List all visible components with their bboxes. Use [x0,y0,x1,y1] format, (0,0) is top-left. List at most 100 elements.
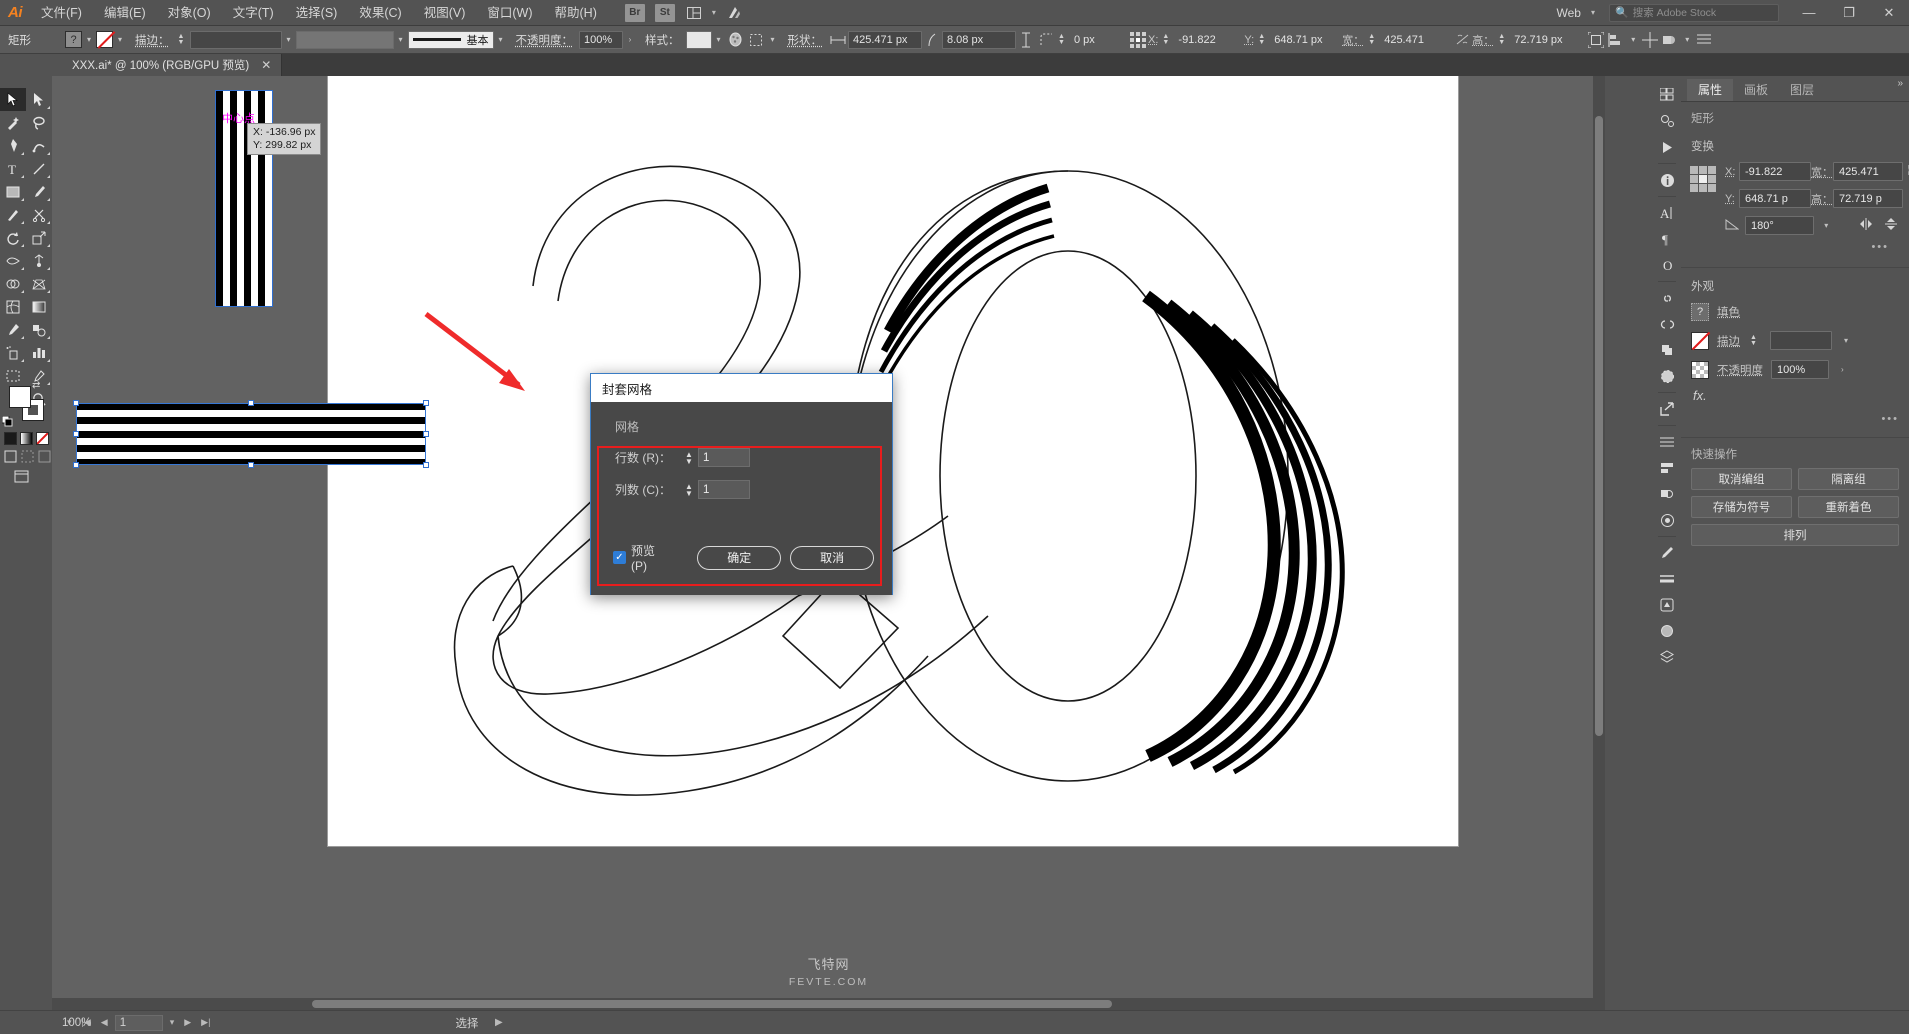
prop-height-field[interactable]: 72.719 p [1833,189,1903,208]
appearance-fill-swatch[interactable]: ? [1691,303,1709,321]
perspective-grid-tool[interactable] [26,272,52,295]
width-tool[interactable] [0,249,26,272]
shape-width-field[interactable]: 425.471 px [848,30,922,49]
appearance-stroke-chevron-down-icon[interactable]: ▾ [1840,336,1852,345]
blend-tool[interactable] [26,318,52,341]
scrollbar-thumb-vertical[interactable] [1595,116,1603,736]
default-fill-stroke-icon[interactable] [1,414,13,427]
next-artboard-icon[interactable]: ▶ [179,1017,196,1028]
shape-builder-tool[interactable] [0,272,26,295]
libraries-icon[interactable] [723,3,745,23]
stroke-weight-field[interactable] [189,30,282,49]
menu-help[interactable]: 帮助(H) [544,0,608,26]
paragraph-panel-icon[interactable]: ¶ [1653,226,1681,252]
line-segment-tool[interactable] [26,157,52,180]
fill-chevron-down-icon[interactable]: ▾ [82,35,96,44]
control-height-field[interactable]: 72.719 px [1510,31,1586,49]
pen-tool[interactable] [0,134,26,157]
control-x-field[interactable]: -91.822 [1174,31,1244,49]
curvature-tool[interactable] [26,134,52,157]
dialog-rows-input[interactable]: 1 [698,448,750,467]
document-tab-close-icon[interactable]: ✕ [261,58,271,72]
corner-type-icon[interactable] [1036,30,1056,50]
fill-swatch[interactable]: ? [65,31,82,48]
control-width-stepper[interactable]: ▲ ▼ [1368,33,1378,46]
prop-width-field[interactable]: 425.471 [1833,162,1903,181]
gradient-swatch-button[interactable] [20,432,33,445]
stock-button[interactable]: St [654,3,675,22]
swap-fill-stroke-icon[interactable]: ⇄ [32,380,40,391]
scissors-tool[interactable] [26,203,52,226]
layers-panel-icon[interactable] [1653,644,1681,670]
prop-x-field[interactable]: -91.822 [1739,162,1811,181]
flip-horizontal-icon[interactable] [1859,217,1877,234]
scrollbar-thumb-horizontal[interactable] [312,1000,1112,1008]
magic-wand-tool[interactable] [0,111,26,134]
pathfinder-chevron-down-icon[interactable]: ▾ [1680,35,1694,44]
canvas-scrollbar-vertical[interactable] [1593,76,1605,1010]
free-transform-tool[interactable] [26,249,52,272]
menu-file[interactable]: 文件(F) [30,0,93,26]
minimize-button[interactable]: — [1789,0,1829,26]
none-swatch-button[interactable] [36,432,49,445]
last-artboard-icon[interactable]: ▶| [196,1017,215,1028]
tab-layers[interactable]: 图层 [1779,79,1825,101]
artboard[interactable] [328,76,1458,846]
type-tool[interactable]: T [0,157,26,180]
bridge-button[interactable]: Br [624,3,645,22]
reference-point-icon[interactable] [1128,30,1148,50]
ungroup-button[interactable]: 取消编组 [1691,468,1792,490]
menu-effect[interactable]: 效果(C) [348,0,412,26]
gradient-tool[interactable] [26,295,52,318]
shaper-tool[interactable] [0,203,26,226]
stock-search-box[interactable]: 🔍 搜索 Adobe Stock [1609,3,1779,22]
zoom-level[interactable]: 100% [0,1017,91,1029]
control-width-field[interactable]: 425.471 [1380,31,1452,49]
artboards-panel-icon[interactable] [1653,82,1681,108]
prev-artboard-icon[interactable]: ◀ [96,1017,113,1028]
zoom-chevron-down-icon[interactable]: ▾ [62,1017,77,1028]
maximize-button[interactable]: ❐ [1829,0,1869,26]
appearance-stroke-weight-field[interactable] [1770,331,1832,350]
links-panel-icon[interactable] [1653,285,1681,311]
prop-y-field[interactable]: 648.71 p [1739,189,1811,208]
character-panel-icon[interactable]: A [1653,200,1681,226]
properties-panel-icon[interactable] [1653,108,1681,134]
symbols-panel-icon[interactable] [1653,311,1681,337]
menu-view[interactable]: 视图(V) [413,0,477,26]
menu-select[interactable]: 选择(S) [285,0,349,26]
mesh-tool[interactable] [0,295,26,318]
pathfinder-icon[interactable] [1660,30,1680,50]
document-tab[interactable]: XXX.ai* @ 100% (RGB/GPU 预览) ✕ [62,54,283,76]
dialog-cols-input[interactable]: 1 [698,480,750,499]
isolate-group-button[interactable]: 隔离组 [1798,468,1899,490]
close-button[interactable]: ✕ [1869,0,1909,26]
scale-tool[interactable] [26,226,52,249]
tab-properties[interactable]: 属性 [1687,79,1734,101]
align-chevron-down-icon[interactable]: ▾ [1626,35,1640,44]
selection-tool[interactable] [0,88,26,111]
menu-window[interactable]: 窗口(W) [476,0,543,26]
graphic-style-swatch[interactable] [685,30,712,49]
striped-object-horizontal[interactable] [76,403,426,465]
symbol-sprayer-tool[interactable] [0,341,26,364]
brushes-panel-icon[interactable] [1653,540,1681,566]
stroke-profile-dropdown[interactable] [295,30,394,49]
control-y-field[interactable]: 648.71 px [1270,31,1342,49]
artboard-number-field[interactable]: 1 [114,1014,163,1031]
stroke-weight-chevron-down-icon[interactable]: ▾ [282,35,296,44]
canvas-scrollbar-horizontal[interactable] [52,998,1605,1010]
fill-color-swatch[interactable] [9,386,31,408]
style-chevron-down-icon[interactable]: ▾ [712,35,726,44]
menu-type[interactable]: 文字(T) [222,0,285,26]
dialog-cancel-button[interactable]: 取消 [790,545,875,570]
first-artboard-icon[interactable]: |◀ [77,1017,96,1028]
flip-vertical-icon[interactable] [1883,216,1899,235]
rotate-tool[interactable] [0,226,26,249]
opacity-expand-icon[interactable]: › [623,35,637,44]
preview-checkbox[interactable]: ✓ [613,551,626,564]
rotation-angle-field[interactable]: 180° [1745,216,1815,235]
appearance-opacity-expand-icon[interactable]: › [1837,365,1848,374]
rectangle-tool[interactable] [0,180,26,203]
stroke-panel-icon[interactable] [1653,566,1681,592]
